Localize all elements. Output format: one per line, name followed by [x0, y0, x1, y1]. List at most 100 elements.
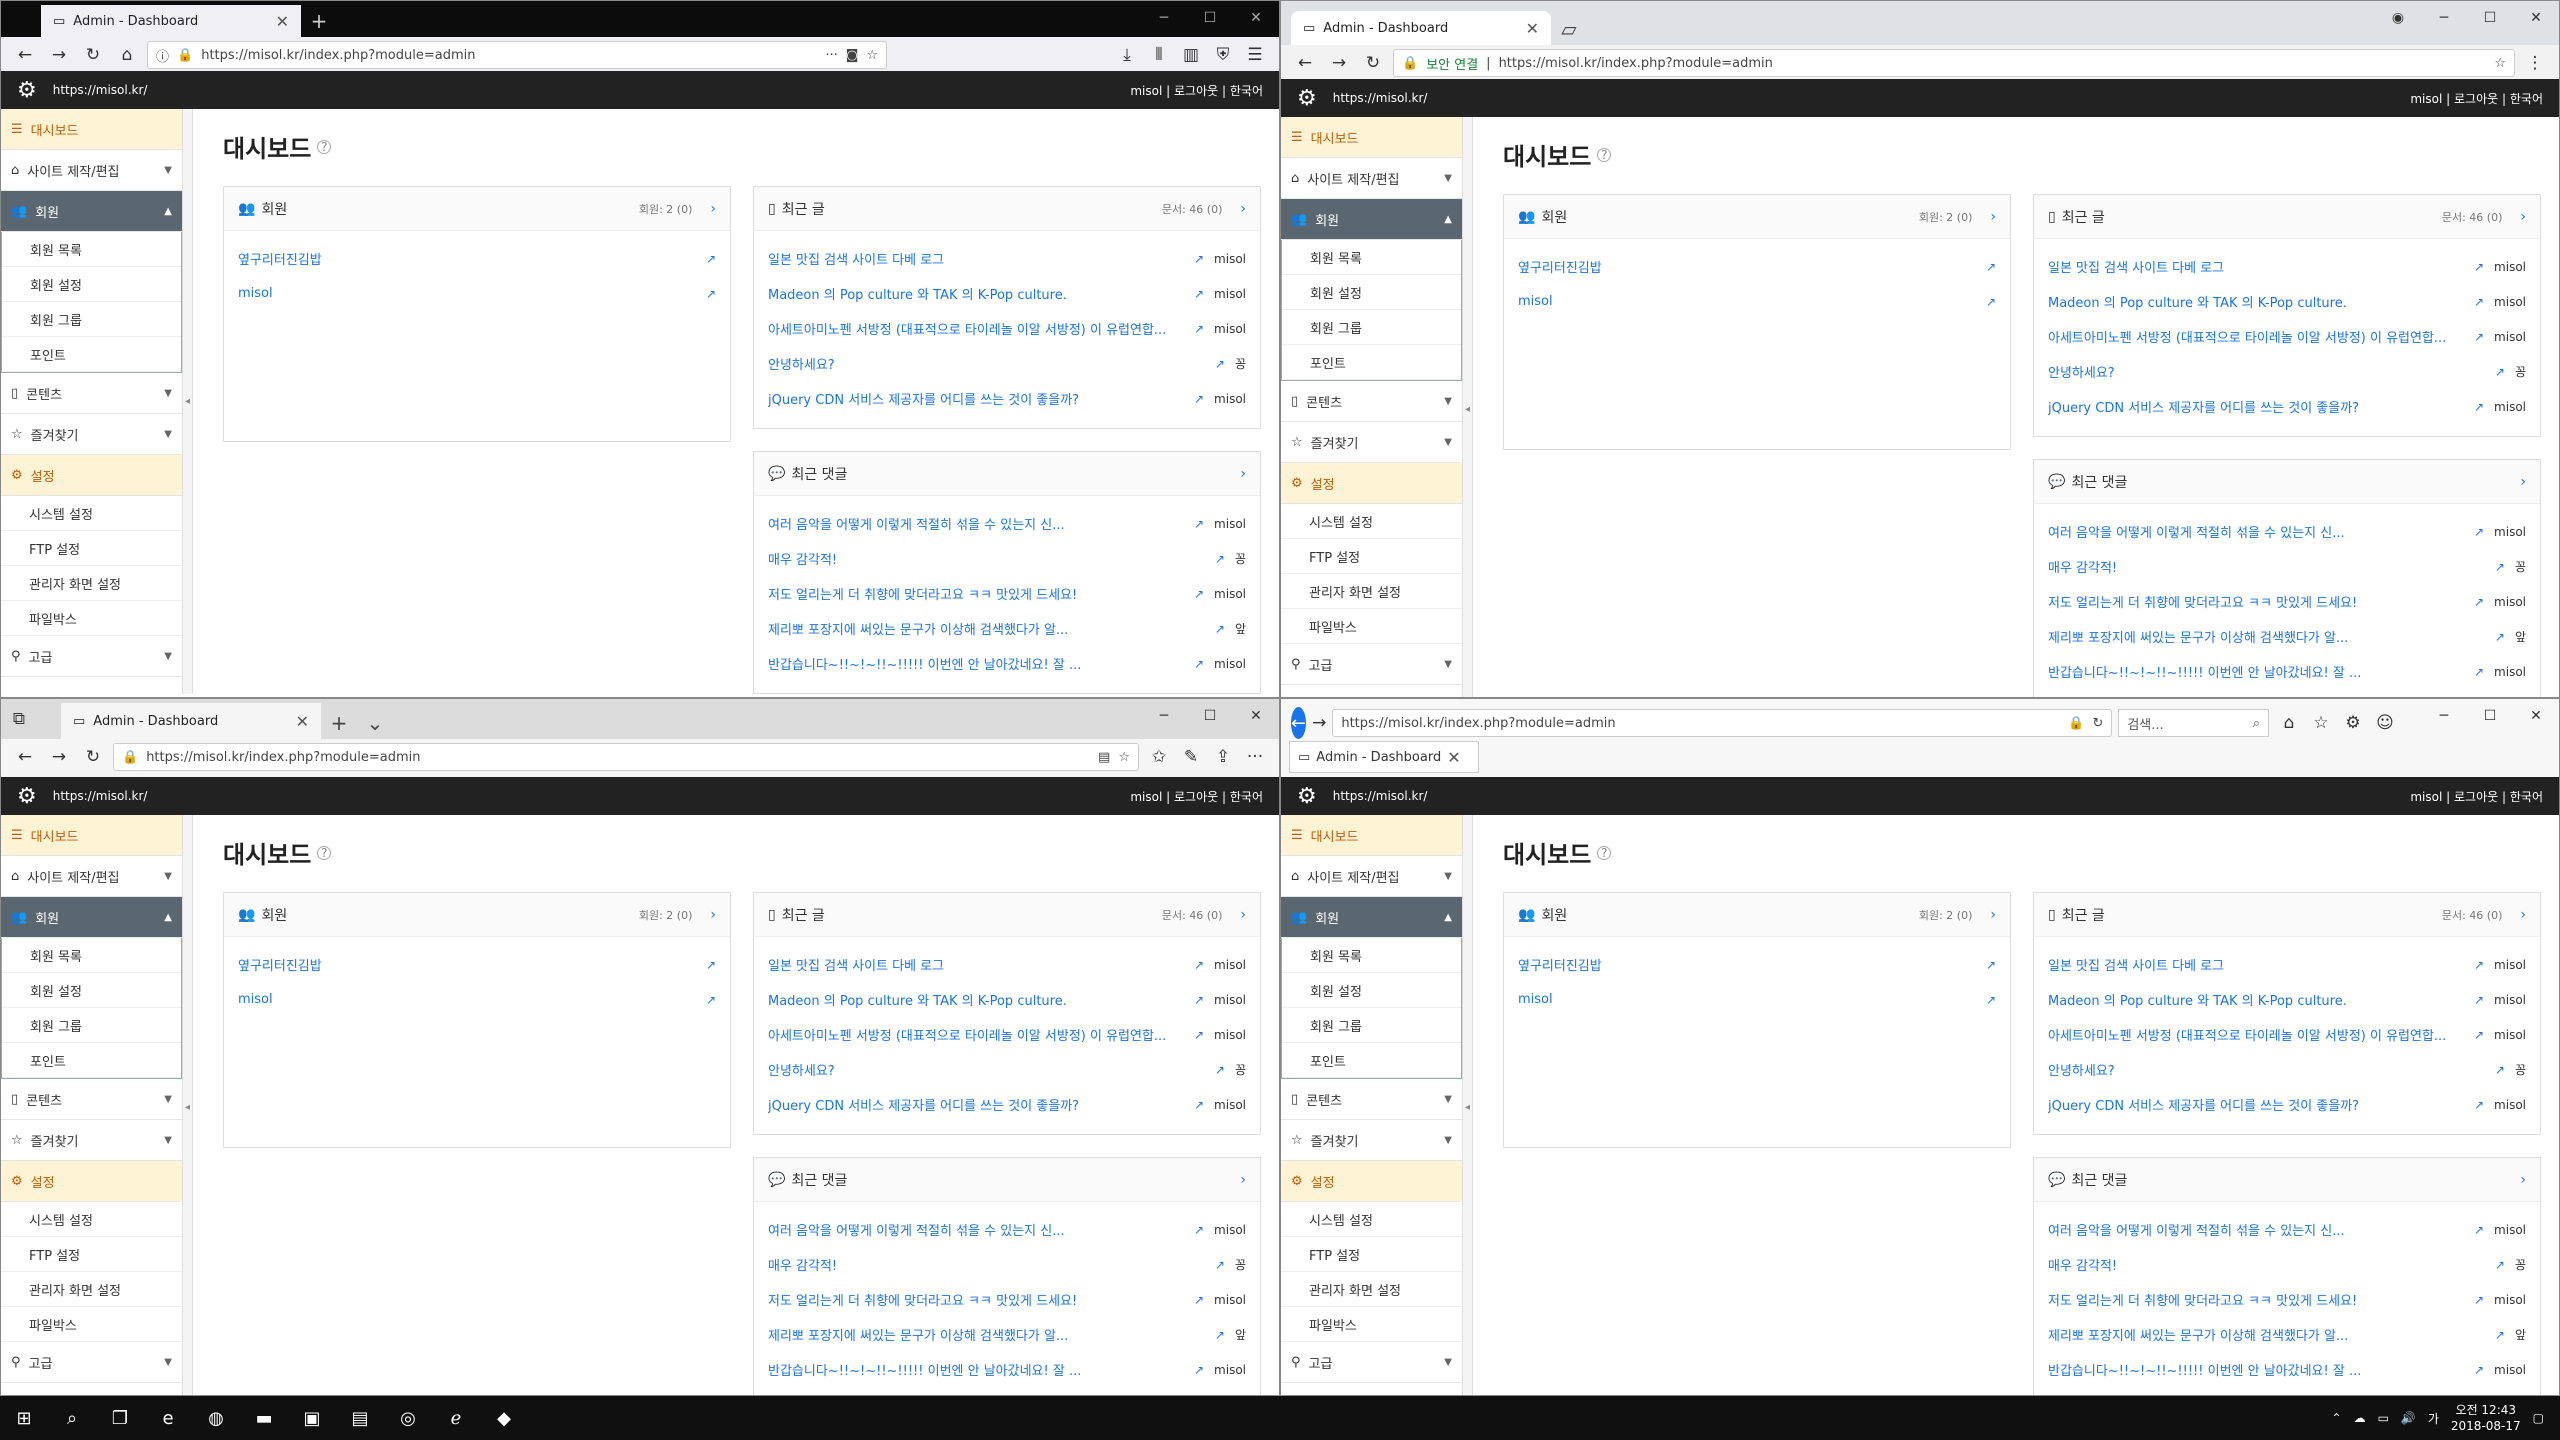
external-link-icon[interactable]: ↗	[2474, 1363, 2484, 1377]
post-link[interactable]: 안녕하세요?	[768, 1060, 1205, 1079]
user-name[interactable]: misol	[1130, 790, 1162, 804]
sidebar-subitem-points[interactable]: 포인트	[2, 1043, 181, 1078]
member-link[interactable]: misol	[1518, 992, 1976, 1007]
sidebar-subitem-admin-ui-settings[interactable]: 관리자 화면 설정	[1, 1272, 182, 1307]
home-icon[interactable]: ⌂	[2275, 709, 2303, 737]
external-link-icon[interactable]: ↗	[1215, 622, 1225, 636]
sidebar-item-members[interactable]: 👥 회원 ▲	[1281, 199, 1462, 240]
comment-link[interactable]: 제리뽀 포장지에 써있는 문구가 이상해 검색했다가 알...	[768, 619, 1205, 638]
sidebar-subitem-member-groups[interactable]: 회원 그룹	[1282, 310, 1461, 345]
sidebar-subitem-points[interactable]: 포인트	[1282, 1043, 1461, 1078]
external-link-icon[interactable]: ↗	[706, 252, 716, 266]
chevron-right-icon[interactable]: ›	[2520, 474, 2526, 490]
comment-link[interactable]: 여러 음악을 어떻게 이렇게 적절히 섞을 수 있는지 신...	[2048, 522, 2464, 541]
cloud-icon[interactable]: ☁	[2354, 1411, 2366, 1425]
maximize-button[interactable]: ☐	[2467, 1, 2513, 35]
chrome-icon[interactable]: ◎	[384, 1396, 432, 1440]
external-link-icon[interactable]: ↗	[1194, 587, 1204, 601]
sidebar-item-advanced[interactable]: ⚲ 고급 ▼	[1281, 1342, 1462, 1383]
comment-link[interactable]: 저도 얼리는게 더 취향에 맞더라고요 ㅋㅋ 맛있게 드세요!	[768, 1290, 1184, 1309]
firefox-icon[interactable]: ◍	[192, 1396, 240, 1440]
favorites-icon[interactable]: ✩	[1145, 743, 1173, 771]
site-url-link[interactable]: https://misol.kr/	[1333, 789, 2411, 803]
external-link-icon[interactable]: ↗	[1194, 958, 1204, 972]
external-link-icon[interactable]: ↗	[2495, 560, 2505, 574]
bookmark-star-icon[interactable]: ☆	[866, 48, 878, 63]
chevron-right-icon[interactable]: ›	[1990, 907, 1996, 923]
taskbar-clock[interactable]: 오전 12:43 2018-08-17	[2451, 1402, 2521, 1434]
pen-icon[interactable]: ✎	[1177, 743, 1205, 771]
sidebar-subitem-member-list[interactable]: 회원 목록	[2, 232, 181, 267]
sidebar-subitem-system-settings[interactable]: 시스템 설정	[1281, 1202, 1462, 1237]
sidebar-subitem-admin-ui-settings[interactable]: 관리자 화면 설정	[1281, 574, 1462, 609]
menu-icon[interactable]: ☰	[1241, 41, 1269, 69]
sidebar-item-settings[interactable]: ⚙ 설정	[1281, 463, 1462, 504]
sidebar-item-contents[interactable]: ▯ 콘텐츠 ▼	[1281, 381, 1462, 422]
search-box[interactable]: 검색... ⌕	[2118, 709, 2269, 737]
post-link[interactable]: Madeon 의 Pop culture 와 TAK 의 K-Pop cultu…	[768, 284, 1184, 303]
minimize-button[interactable]: ─	[2421, 699, 2467, 733]
sidebar-subitem-filebox[interactable]: 파일박스	[1, 1307, 182, 1342]
post-link[interactable]: 아세트아미노펜 서방정 (대표적으로 타이레놀 이알 서방정) 이 유럽연합..…	[2048, 1025, 2464, 1044]
smiley-icon[interactable]: ☺	[2371, 709, 2399, 737]
sidebar-collapse-handle[interactable]: ◂	[1463, 117, 1473, 697]
chevron-right-icon[interactable]: ›	[1240, 907, 1246, 923]
external-link-icon[interactable]: ↗	[2474, 330, 2484, 344]
sidebar-item-contents[interactable]: ▯ 콘텐츠 ▼	[1, 373, 182, 414]
logout-link[interactable]: 로그아웃	[2454, 92, 2498, 106]
maximize-button[interactable]: ☐	[1187, 1, 1233, 35]
bookmark-star-icon[interactable]: ☆	[2494, 56, 2506, 71]
address-bar[interactable]: 🔒 https://misol.kr/index.php?module=admin…	[113, 743, 1139, 771]
sidebar-item-favorites[interactable]: ☆ 즐겨찾기 ▼	[1281, 1120, 1462, 1161]
member-link[interactable]: 옆구리터진김밥	[238, 249, 696, 268]
close-tab-icon[interactable]: ✕	[276, 12, 289, 31]
back-button[interactable]: ←	[1291, 707, 1307, 739]
address-bar[interactable]: ⓘ 🔒 https://misol.kr/index.php?module=admi…	[147, 41, 887, 69]
sidebar-subitem-member-list[interactable]: 회원 목록	[1282, 240, 1461, 275]
user-name[interactable]: misol	[2410, 790, 2442, 804]
sidebar-item-settings[interactable]: ⚙ 설정	[1, 1161, 182, 1202]
member-link[interactable]: 옆구리터진김밥	[1518, 955, 1976, 974]
comment-link[interactable]: 여러 음악을 어떻게 이렇게 적절히 섞을 수 있는지 신...	[768, 1220, 1184, 1239]
sidebar-item-site-build[interactable]: ⌂ 사이트 제작/편집 ▼	[1281, 158, 1462, 199]
post-link[interactable]: 아세트아미노펜 서방정 (대표적으로 타이레놀 이알 서방정) 이 유럽연합..…	[768, 319, 1184, 338]
sidebar-item-dashboard[interactable]: ☰ 대시보드	[1281, 117, 1462, 158]
sidebar-item-advanced[interactable]: ⚲ 고급 ▼	[1, 1342, 182, 1383]
ime-icon[interactable]: 가	[2428, 1410, 2439, 1427]
external-link-icon[interactable]: ↗	[1986, 958, 1996, 972]
browser-tab[interactable]: ▭ Admin - Dashboard ✕	[1291, 11, 1551, 45]
sidebar-item-contents[interactable]: ▯ 콘텐츠 ▼	[1281, 1079, 1462, 1120]
comment-link[interactable]: 매우 감각적!	[2048, 557, 2485, 576]
post-link[interactable]: 일본 맛집 검색 사이트 다베 로그	[768, 955, 1184, 974]
sidebar-subitem-member-groups[interactable]: 회원 그룹	[2, 302, 181, 337]
sidebar-collapse-handle[interactable]: ◂	[183, 109, 193, 694]
maximize-button[interactable]: ☐	[2467, 699, 2513, 733]
gear-icon[interactable]: ⚙	[2339, 709, 2367, 737]
external-link-icon[interactable]: ↗	[1194, 517, 1204, 531]
sidebar-subitem-member-list[interactable]: 회원 목록	[1282, 938, 1461, 973]
post-link[interactable]: 안녕하세요?	[768, 354, 1205, 373]
comment-link[interactable]: 반갑습니다~!!~!~!!~!!!!! 이번엔 안 날아갔네요! 잘 ...	[2048, 1360, 2464, 1379]
sidebar-item-members[interactable]: 👥 회원 ▲	[1, 897, 182, 938]
external-link-icon[interactable]: ↗	[1986, 295, 1996, 309]
sidebar-collapse-handle[interactable]: ◂	[1463, 815, 1473, 1395]
external-link-icon[interactable]: ↗	[2495, 1063, 2505, 1077]
sidebar-subitem-admin-ui-settings[interactable]: 관리자 화면 설정	[1, 566, 182, 601]
comment-link[interactable]: 제리뽀 포장지에 써있는 문구가 이상해 검색했다가 알...	[2048, 627, 2485, 646]
external-link-icon[interactable]: ↗	[1194, 322, 1204, 336]
external-link-icon[interactable]: ↗	[1194, 657, 1204, 671]
post-link[interactable]: jQuery CDN 서비스 제공자를 어디를 쓰는 것이 좋을까?	[2048, 1095, 2464, 1114]
external-link-icon[interactable]: ↗	[2474, 1223, 2484, 1237]
sidebar-subitem-filebox[interactable]: 파일박스	[1281, 1307, 1462, 1342]
sidebar-subitem-member-groups[interactable]: 회원 그룹	[1282, 1008, 1461, 1043]
sidebar-item-contents[interactable]: ▯ 콘텐츠 ▼	[1, 1079, 182, 1120]
external-link-icon[interactable]: ↗	[2474, 1098, 2484, 1112]
kebab-menu-icon[interactable]: ⋮	[2521, 49, 2549, 77]
store-icon[interactable]: ▣	[288, 1396, 336, 1440]
comment-link[interactable]: 저도 얼리는게 더 취향에 맞더라고요 ㅋㅋ 맛있게 드세요!	[2048, 1290, 2464, 1309]
comment-link[interactable]: 저도 얼리는게 더 취향에 맞더라고요 ㅋㅋ 맛있게 드세요!	[768, 584, 1184, 603]
post-link[interactable]: jQuery CDN 서비스 제공자를 어디를 쓰는 것이 좋을까?	[768, 389, 1184, 408]
library-icon[interactable]: ⫴	[1145, 41, 1173, 69]
external-link-icon[interactable]: ↗	[1194, 1098, 1204, 1112]
tabs-aside-icon[interactable]: ⧉	[5, 705, 33, 733]
